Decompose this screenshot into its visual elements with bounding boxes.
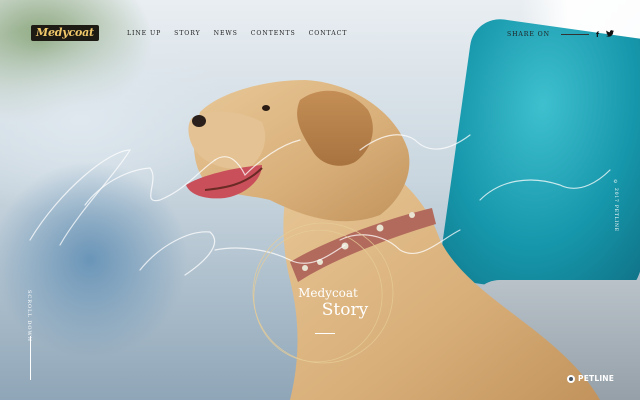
story-title-line1: Medycoat — [298, 286, 358, 300]
site-header: Medycoat LINE UP STORY NEWS CONTENTS CON… — [0, 0, 640, 60]
story-title-line2: Story — [321, 300, 369, 320]
nav-contact[interactable]: CONTACT — [309, 30, 348, 37]
nav-line-up[interactable]: LINE UP — [127, 30, 161, 37]
nav-news[interactable]: NEWS — [214, 30, 238, 37]
site-logo[interactable]: Medycoat — [31, 25, 99, 41]
petline-brand[interactable]: PETLINE — [567, 374, 614, 383]
share-bar: SHARE ON f — [507, 30, 621, 39]
story-underline — [315, 333, 335, 334]
share-divider — [560, 34, 589, 35]
nav-story[interactable]: STORY — [174, 30, 201, 37]
story-badge[interactable]: Medycoat Story — [260, 228, 390, 358]
petline-logo-icon — [567, 374, 575, 383]
twitter-icon[interactable] — [605, 30, 614, 39]
main-nav: LINE UP STORY NEWS CONTENTS CONTACT — [127, 30, 347, 37]
scroll-line — [30, 336, 31, 380]
share-label: SHARE ON — [507, 31, 550, 38]
brand-label: PETLINE — [578, 374, 615, 383]
scroll-down-label[interactable]: SCROLL DOWN — [26, 290, 32, 342]
facebook-icon[interactable]: f — [596, 31, 599, 39]
nav-contents[interactable]: CONTENTS — [251, 30, 296, 37]
copyright-label: © 2017 PETLINE — [613, 180, 618, 232]
